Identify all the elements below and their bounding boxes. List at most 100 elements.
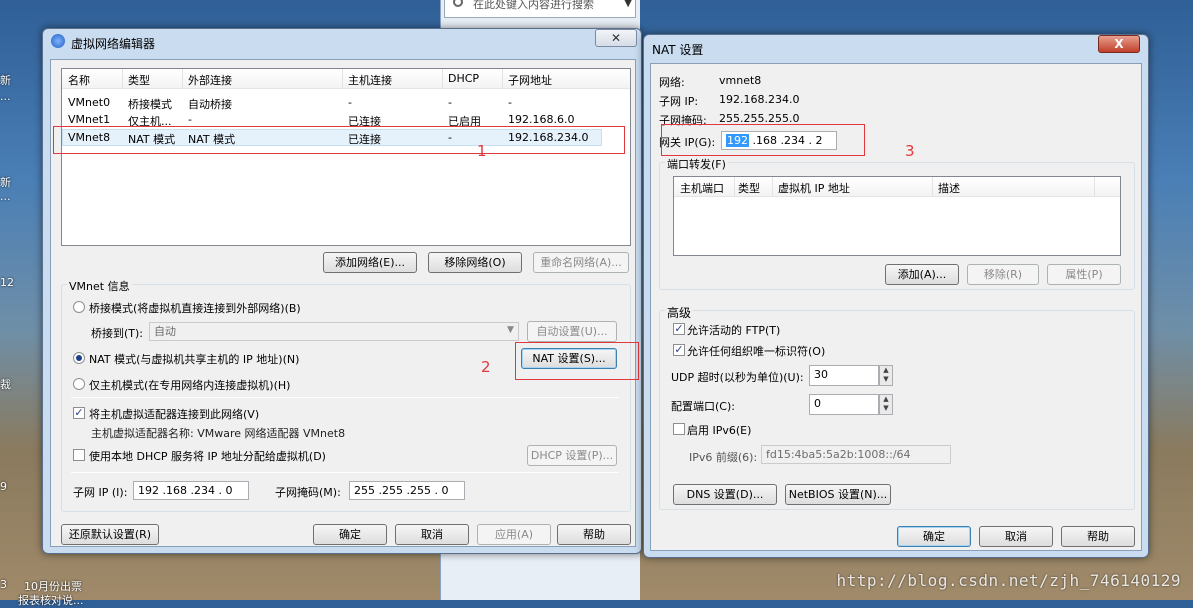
allow-oui-label[interactable]: 允许任何组织唯一标识符(O): [687, 343, 825, 359]
udp-timeout-input[interactable]: 30: [809, 365, 879, 386]
cancel-button[interactable]: 取消: [395, 524, 469, 545]
config-port-label: 配置端口(C):: [671, 400, 735, 413]
enable-ipv6-checkbox[interactable]: [673, 423, 685, 435]
use-dhcp-checkbox[interactable]: [73, 449, 85, 461]
divider: [71, 472, 619, 473]
column-name[interactable]: 名称: [68, 72, 90, 88]
ipv6-prefix-input[interactable]: fd15:4ba5:5a2b:1008::/64: [761, 445, 951, 464]
host-only-radio[interactable]: [73, 378, 85, 390]
remove-port-forward-button[interactable]: 移除(R): [967, 264, 1039, 285]
dhcp-settings-button[interactable]: DHCP 设置(P)...: [527, 445, 617, 466]
cell-subnet: -: [508, 96, 512, 109]
bridge-to-select[interactable]: 自动: [149, 322, 519, 341]
list-header: 名称 类型 外部连接 主机连接 DHCP 子网地址: [62, 69, 630, 89]
desktop-label: 12: [0, 276, 14, 289]
bridge-to-label: 桥接到(T):: [91, 327, 144, 340]
nat-mode-radio[interactable]: [73, 352, 85, 364]
add-port-forward-button[interactable]: 添加(A)...: [885, 264, 959, 285]
ipv6-prefix-label: IPv6 前缀(6):: [689, 451, 758, 464]
properties-button[interactable]: 属性(P): [1047, 264, 1121, 285]
cancel-button[interactable]: 取消: [979, 526, 1053, 547]
column-host[interactable]: 主机连接: [348, 72, 392, 88]
desktop-label: 新: [0, 74, 11, 87]
window-client-area: 网络: vmnet8 子网 IP: 192.168.234.0 子网掩码: 25…: [650, 63, 1142, 551]
column-vm-ip[interactable]: 虚拟机 IP 地址: [778, 180, 850, 196]
virtual-network-editor-window: 虚拟网络编辑器 ✕ 名称 类型 外部连接 主机连接 DHCP 子网地址 VMne…: [42, 28, 642, 554]
config-port-stepper[interactable]: ▲ ▼: [879, 394, 893, 415]
enable-ipv6-label[interactable]: 启用 IPv6(E): [687, 422, 751, 438]
host-only-label[interactable]: 仅主机模式(在专用网络内连接虚拟机)(H): [89, 377, 290, 393]
config-port-input[interactable]: 0: [809, 394, 879, 415]
allow-ftp-label[interactable]: 允许活动的 FTP(T): [687, 322, 780, 338]
annotation-box-1: [53, 126, 625, 154]
close-button[interactable]: ✕: [595, 29, 637, 47]
column-subnet[interactable]: 子网地址: [508, 72, 552, 88]
network-list[interactable]: 名称 类型 外部连接 主机连接 DHCP 子网地址 VMnet0 桥接模式 自动…: [61, 68, 631, 246]
auto-settings-button[interactable]: 自动设置(U)...: [527, 321, 617, 342]
use-dhcp-label[interactable]: 使用本地 DHCP 服务将 IP 地址分配给虚拟机(D): [89, 448, 326, 464]
close-button[interactable]: X: [1098, 35, 1140, 53]
annotation-number-3: 3: [905, 142, 915, 160]
desktop-label: 9: [0, 480, 7, 493]
column-dhcp[interactable]: DHCP: [448, 72, 479, 85]
cell-external: -: [188, 113, 192, 126]
netbios-settings-button[interactable]: NetBIOS 设置(N)...: [785, 484, 891, 505]
vmnet-info-label: VMnet 信息: [67, 278, 132, 294]
help-button[interactable]: 帮助: [1061, 526, 1135, 547]
allow-oui-checkbox[interactable]: ✓: [673, 344, 685, 356]
column-host-port[interactable]: 主机端口: [680, 180, 724, 196]
nat-mode-label[interactable]: NAT 模式(与虚拟机共享主机的 IP 地址)(N): [89, 351, 299, 367]
rename-network-button[interactable]: 重命名网络(A)...: [533, 252, 629, 273]
port-forward-label: 端口转发(F): [665, 156, 728, 172]
subnet-ip-value: 192.168.234.0: [719, 93, 800, 106]
dropdown-arrow-icon[interactable]: ▼: [624, 0, 632, 9]
cell-name: VMnet0: [68, 96, 111, 109]
cell-name: VMnet1: [68, 113, 111, 126]
desktop-label: 3: [0, 578, 7, 591]
restore-defaults-button[interactable]: 还原默认设置(R): [61, 524, 159, 545]
column-external[interactable]: 外部连接: [188, 72, 232, 88]
subnet-mask-input[interactable]: 255 .255 .255 . 0: [349, 481, 465, 500]
udp-timeout-label: UDP 超时(以秒为单位)(U):: [671, 371, 804, 384]
bridge-mode-label[interactable]: 桥接模式(将虚拟机直接连接到外部网络)(B): [89, 300, 301, 316]
background-search-box[interactable]: 在此处键入内容进行搜索 ▼: [444, 0, 636, 18]
subnet-ip-label: 子网 IP:: [659, 95, 699, 108]
cell-type: 桥接模式: [128, 98, 172, 111]
window-client-area: 名称 类型 外部连接 主机连接 DHCP 子网地址 VMnet0 桥接模式 自动…: [50, 59, 639, 547]
bridge-mode-radio[interactable]: [73, 301, 85, 313]
annotation-box-2: [515, 342, 639, 380]
help-button[interactable]: 帮助: [557, 524, 631, 545]
udp-timeout-stepper[interactable]: ▲ ▼: [879, 365, 893, 386]
allow-ftp-checkbox[interactable]: ✓: [673, 323, 685, 335]
annotation-number-2: 2: [481, 358, 491, 376]
adapter-name-text: 主机虚拟适配器名称: VMware 网络适配器 VMnet8: [91, 427, 346, 440]
desktop-label: ...: [0, 90, 11, 103]
desktop-file-icon-label[interactable]: 报表核对说...: [18, 592, 84, 608]
window-title: 虚拟网络编辑器: [71, 37, 156, 51]
cell-external: 自动桥接: [188, 98, 232, 111]
dns-settings-button[interactable]: DNS 设置(D)...: [673, 484, 777, 505]
port-forward-list[interactable]: 主机端口 类型 虚拟机 IP 地址 描述: [673, 176, 1121, 256]
subnet-mask-label: 子网掩码(M):: [275, 486, 341, 499]
search-placeholder: 在此处键入内容进行搜索: [473, 0, 594, 11]
divider: [71, 397, 619, 398]
connect-adapter-checkbox[interactable]: ✓: [73, 407, 85, 419]
column-description[interactable]: 描述: [938, 180, 960, 196]
ok-button[interactable]: 确定: [897, 526, 971, 547]
column-type[interactable]: 类型: [128, 72, 150, 88]
subnet-ip-input[interactable]: 192 .168 .234 . 0: [133, 481, 249, 500]
connect-adapter-label[interactable]: 将主机虚拟适配器连接到此网络(V): [89, 406, 259, 422]
ok-button[interactable]: 确定: [313, 524, 387, 545]
watermark-url: http://blog.csdn.net/zjh_746140129: [836, 571, 1181, 590]
apply-button[interactable]: 应用(A): [477, 524, 551, 545]
remove-network-button[interactable]: 移除网络(O): [428, 252, 522, 273]
window-title: NAT 设置: [652, 43, 704, 57]
network-label: 网络:: [659, 76, 685, 89]
column-type[interactable]: 类型: [738, 180, 760, 196]
annotation-number-1: 1: [477, 142, 487, 160]
table-row[interactable]: VMnet0 桥接模式 自动桥接 - - -: [62, 95, 630, 111]
add-network-button[interactable]: 添加网络(E)...: [323, 252, 417, 273]
vmnet-info-group: [61, 284, 631, 512]
list-header: 主机端口 类型 虚拟机 IP 地址 描述: [674, 177, 1120, 197]
cell-subnet: 192.168.6.0: [508, 113, 575, 126]
